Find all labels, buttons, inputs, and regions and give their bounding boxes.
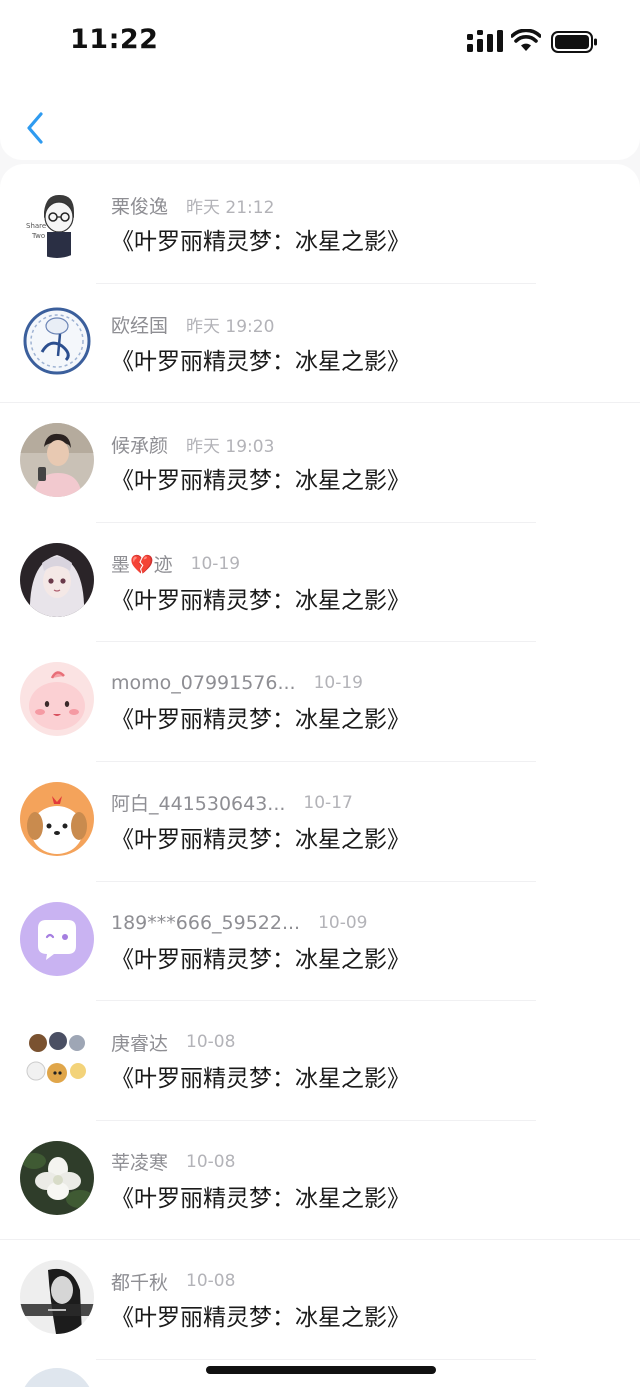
item-meta: 都千秋 10-08: [111, 1268, 235, 1294]
avatar-pink-blob[interactable]: [20, 662, 94, 737]
sender-name: 栗俊逸: [111, 195, 169, 218]
list-item[interactable]: 欧经国 昨天 19:20 《叶罗丽精灵梦：冰星之影》: [0, 284, 640, 404]
timestamp: 10-19: [313, 673, 363, 694]
battery-icon: [551, 31, 597, 53]
message-preview: 《叶罗丽精灵梦：冰星之影》: [111, 707, 410, 734]
item-meta: 莘凌寒 10-08: [111, 1149, 235, 1175]
back-button[interactable]: [18, 108, 52, 148]
avatar-puppy[interactable]: [20, 781, 94, 856]
svg-text:Two: Two: [31, 232, 45, 240]
avatar-next-item[interactable]: [20, 1368, 94, 1387]
divider: [96, 1358, 536, 1360]
sender-name: 庚睿达: [111, 1032, 169, 1055]
timestamp: 10-08: [186, 1032, 236, 1053]
message-preview: 《叶罗丽精灵梦：冰星之影》: [111, 1305, 410, 1332]
item-meta: 栗俊逸 昨天 21:12: [111, 192, 274, 218]
sender-name: 莘凌寒: [111, 1152, 169, 1175]
avatar-white-flower[interactable]: [20, 1140, 94, 1215]
timestamp: 昨天 19:20: [186, 317, 275, 338]
list-item[interactable]: 莘凌寒 10-08 《叶罗丽精灵梦：冰星之影》: [0, 1121, 640, 1241]
list-item[interactable]: 都千秋 10-08 《叶罗丽精灵梦：冰星之影》: [0, 1240, 640, 1360]
avatar-cartoon-animals[interactable]: [20, 1021, 94, 1096]
item-meta: 欧经国 昨天 19:20: [111, 312, 274, 338]
item-meta: 庚睿达 10-08: [111, 1029, 235, 1055]
message-preview: 《叶罗丽精灵梦：冰星之影》: [111, 468, 410, 495]
message-preview: 《叶罗丽精灵梦：冰星之影》: [111, 229, 410, 255]
message-preview: 《叶罗丽精灵梦：冰星之影》: [111, 826, 410, 853]
timestamp: 10-17: [303, 792, 353, 813]
message-preview: 《叶罗丽精灵梦：冰星之影》: [111, 1185, 410, 1212]
sender-name: 189***666_59522...: [111, 911, 301, 934]
message-preview: 《叶罗丽精灵梦：冰星之影》: [111, 348, 410, 375]
sender-name: 墨💔迹: [111, 554, 173, 577]
item-meta: 189***666_59522... 10-09: [111, 910, 368, 936]
sender-name: 候承颜: [111, 434, 169, 457]
avatar-bw-girl[interactable]: [20, 1260, 94, 1335]
message-preview: 《叶罗丽精灵梦：冰星之影》: [111, 587, 410, 614]
sender-name: 欧经国: [111, 315, 169, 338]
timestamp: 10-08: [186, 1271, 236, 1292]
status-time: 11:22: [70, 24, 159, 55]
timestamp: 10-19: [190, 553, 241, 574]
avatar-selfie-boy[interactable]: [20, 423, 94, 498]
message-list[interactable]: Share Two 栗俊逸 昨天 21:12 《叶罗丽精灵梦：冰星之影》 欧经国…: [0, 164, 640, 1387]
list-item[interactable]: Share Two 栗俊逸 昨天 21:12 《叶罗丽精灵梦：冰星之影》: [0, 164, 640, 284]
avatar-porcelain-plate[interactable]: [20, 303, 94, 378]
timestamp: 昨天 21:12: [186, 197, 275, 218]
item-meta: 墨💔迹 10-19: [111, 551, 240, 577]
list-item[interactable]: 阿白_441530643... 10-17 《叶罗丽精灵梦：冰星之影》: [0, 762, 640, 882]
list-item[interactable]: momo_07991576... 10-19 《叶罗丽精灵梦：冰星之影》: [0, 642, 640, 762]
timestamp: 昨天 19:03: [186, 436, 275, 457]
sender-name: 阿白_441530643...: [111, 793, 286, 816]
list-item[interactable]: 189***666_59522... 10-09 《叶罗丽精灵梦：冰星之影》: [0, 882, 640, 1002]
timestamp: 10-08: [186, 1151, 236, 1172]
chevron-left-icon: [27, 112, 43, 144]
sender-name: momo_07991576...: [111, 672, 296, 695]
item-meta: momo_07991576... 10-19: [111, 670, 363, 696]
item-meta: 阿白_441530643... 10-17: [111, 790, 353, 816]
status-bar: 11:22: [0, 0, 640, 86]
nav-bar: [0, 86, 640, 160]
sender-name: 都千秋: [111, 1271, 169, 1294]
home-indicator[interactable]: [206, 1366, 436, 1374]
avatar-default-purple[interactable]: [20, 901, 94, 976]
message-preview: 《叶罗丽精灵梦：冰星之影》: [111, 946, 410, 973]
message-preview: 《叶罗丽精灵梦：冰星之影》: [111, 1066, 410, 1093]
list-item[interactable]: 候承颜 昨天 19:03 《叶罗丽精灵梦：冰星之影》: [0, 403, 640, 523]
avatar-sketch-boy[interactable]: Share Two: [20, 184, 94, 258]
wifi-icon: [511, 29, 541, 51]
avatar-anime-girl[interactable]: [20, 542, 94, 617]
cellular-signal-icon: [467, 30, 503, 52]
svg-text:Share: Share: [26, 222, 46, 230]
list-item[interactable]: 墨💔迹 10-19 《叶罗丽精灵梦：冰星之影》: [0, 523, 640, 643]
timestamp: 10-09: [318, 912, 368, 933]
item-meta: 候承颜 昨天 19:03: [111, 431, 274, 457]
list-item[interactable]: 庚睿达 10-08 《叶罗丽精灵梦：冰星之影》: [0, 1001, 640, 1121]
